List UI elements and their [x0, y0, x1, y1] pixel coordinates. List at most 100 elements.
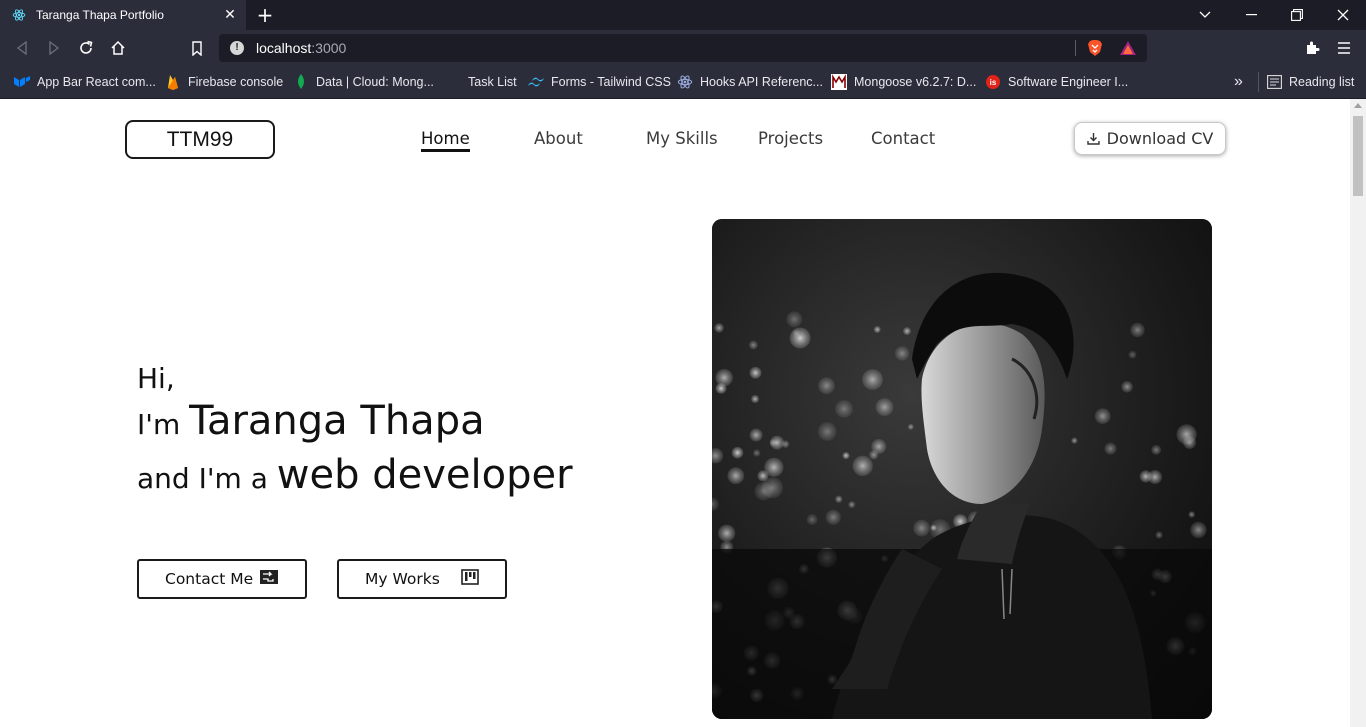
- hero-name: Taranga Thapa: [189, 398, 485, 444]
- bokeh-light: [842, 452, 850, 460]
- browser-toolbar: ! localhost:3000: [0, 30, 1366, 66]
- role-line: and I'm a web developer: [137, 452, 573, 498]
- bokeh-light: [913, 519, 930, 537]
- bokeh-light: [871, 439, 887, 454]
- bokeh-light: [862, 369, 883, 390]
- address-bar[interactable]: ! localhost:3000: [219, 34, 1147, 62]
- contact-me-label: Contact Me: [165, 570, 254, 588]
- bookmark-item[interactable]: Hooks API Referenc...: [677, 72, 823, 92]
- menu-icon[interactable]: [1334, 38, 1354, 58]
- address-divider: [1075, 40, 1076, 56]
- back-icon[interactable]: [12, 38, 32, 58]
- mui-icon: [14, 74, 30, 90]
- blank-icon: [445, 74, 461, 90]
- reload-icon[interactable]: [76, 38, 96, 58]
- hero-role: web developer: [276, 452, 573, 498]
- forward-icon[interactable]: [44, 38, 64, 58]
- bokeh-light: [818, 377, 835, 395]
- bookmark-item[interactable]: Firebase console: [165, 72, 283, 92]
- tab-search-icon[interactable]: [1182, 0, 1228, 30]
- bokeh-light: [894, 346, 910, 361]
- extensions-icon[interactable]: [1302, 38, 1322, 58]
- nav-about[interactable]: About: [534, 129, 583, 148]
- page-scrollbar[interactable]: [1350, 99, 1366, 727]
- hero-text: Hi, I'm Taranga Thapa and I'm a web deve…: [137, 361, 573, 505]
- bokeh-light: [873, 326, 881, 333]
- reading-list-icon: [1266, 74, 1282, 90]
- bokeh-light: [1188, 511, 1195, 518]
- reading-list-button[interactable]: Reading list: [1266, 72, 1354, 92]
- bookmarks-divider: [1258, 72, 1259, 92]
- bookmark-item[interactable]: App Bar React com...: [14, 72, 156, 92]
- new-tab-icon[interactable]: +: [256, 5, 274, 25]
- bokeh-light: [835, 495, 843, 503]
- kanban-icon: [461, 569, 479, 589]
- more-bookmarks-icon[interactable]: »: [1234, 72, 1243, 92]
- bookmarks-bar: App Bar React com... Firebase console Da…: [0, 66, 1366, 99]
- bookmark-icon[interactable]: [187, 38, 207, 58]
- svg-text:is: is: [990, 78, 997, 87]
- tab-title: Taranga Thapa Portfolio: [36, 8, 164, 22]
- bokeh-light: [748, 340, 758, 350]
- nav-contact[interactable]: Contact: [871, 129, 935, 148]
- close-tab-icon[interactable]: ✕: [224, 7, 236, 23]
- bokeh-light: [1121, 381, 1133, 393]
- firebase-icon: [165, 74, 181, 90]
- bokeh-light: [749, 366, 762, 379]
- download-cv-button[interactable]: Download CV: [1074, 122, 1226, 155]
- bokeh-light: [792, 329, 800, 337]
- scrollbar-thumb[interactable]: [1353, 116, 1363, 196]
- nav-my-skills[interactable]: My Skills: [646, 129, 718, 148]
- bookmark-item[interactable]: Data | Cloud: Mong...: [293, 72, 434, 92]
- site-logo[interactable]: TTM99: [125, 120, 275, 159]
- portrait-image: [712, 219, 1212, 719]
- close-window-icon[interactable]: [1320, 0, 1366, 30]
- site-info-icon[interactable]: !: [230, 41, 244, 55]
- contact-me-button[interactable]: Contact Me: [137, 559, 307, 599]
- bokeh-light: [786, 311, 803, 328]
- bokeh-light: [1104, 442, 1117, 455]
- minimize-icon[interactable]: [1228, 0, 1274, 30]
- bokeh-light: [718, 524, 736, 542]
- restore-icon[interactable]: [1274, 0, 1320, 30]
- bokeh-light: [751, 394, 760, 404]
- bokeh-light: [727, 467, 745, 485]
- nav-home[interactable]: Home: [421, 129, 470, 152]
- my-works-label: My Works: [365, 570, 440, 588]
- bokeh-light: [817, 422, 837, 441]
- bokeh-light: [1071, 437, 1078, 444]
- browser-tab[interactable]: Taranga Thapa Portfolio ✕: [0, 0, 246, 30]
- bookmark-item[interactable]: Task List: [445, 72, 517, 92]
- download-cv-label: Download CV: [1106, 129, 1214, 148]
- bookmark-item[interactable]: is Software Engineer I...: [985, 72, 1128, 92]
- mongodb-icon: [293, 74, 309, 90]
- bookmark-item[interactable]: Mongoose v6.2.7: D...: [831, 72, 976, 92]
- profile-photo: [712, 219, 1212, 719]
- react-icon: [12, 8, 26, 22]
- bokeh-light: [754, 482, 773, 501]
- home-icon[interactable]: [108, 38, 128, 58]
- bokeh-light: [835, 400, 853, 418]
- page-content: TTM99 Home About My Skills Projects Cont…: [0, 99, 1350, 727]
- bokeh-light: [731, 446, 744, 459]
- my-works-button[interactable]: My Works: [337, 559, 507, 599]
- bokeh-light: [903, 327, 911, 336]
- brave-shields-icon[interactable]: [1087, 39, 1103, 61]
- mongoose-icon: [831, 74, 847, 90]
- brave-rewards-icon[interactable]: [1119, 40, 1137, 60]
- bokeh-light: [1176, 424, 1197, 445]
- nav-projects[interactable]: Projects: [758, 129, 823, 148]
- bokeh-light: [875, 398, 894, 416]
- bokeh-light: [789, 327, 811, 349]
- bokeh-light: [1155, 531, 1163, 539]
- bokeh-light: [714, 323, 724, 333]
- bokeh-light: [715, 383, 727, 394]
- bokeh-light: [907, 423, 914, 430]
- bokeh-light: [1190, 521, 1207, 539]
- bokeh-light: [749, 428, 763, 442]
- bookmark-item[interactable]: Forms - Tailwind CSS: [528, 72, 671, 92]
- software-icon: is: [985, 74, 1001, 90]
- react-icon: [677, 74, 693, 90]
- bokeh-light: [753, 449, 761, 457]
- scroll-up-arrow-icon[interactable]: [1354, 103, 1362, 108]
